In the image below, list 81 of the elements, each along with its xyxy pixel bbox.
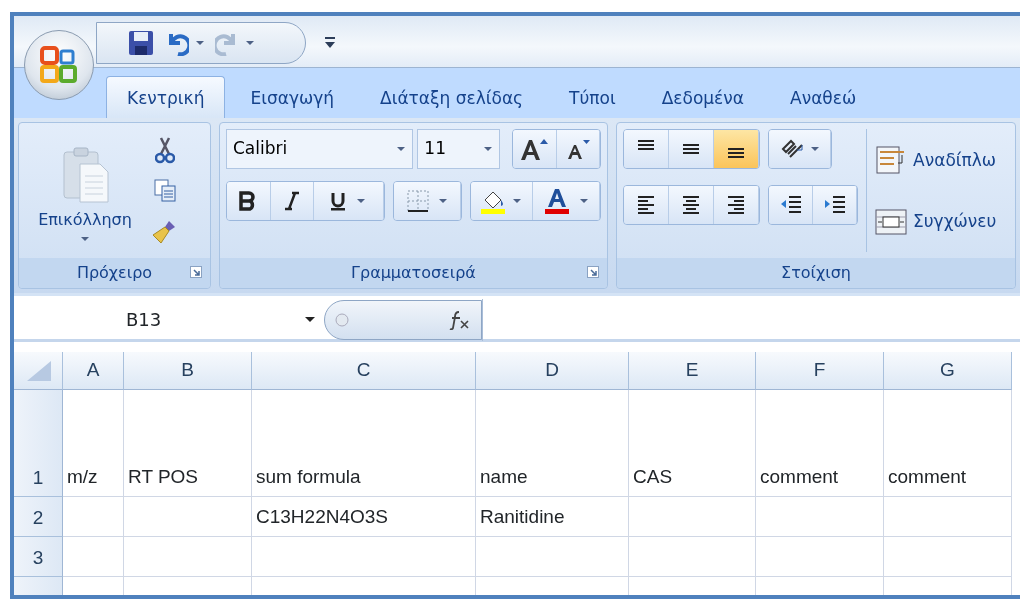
ribbon-tab[interactable]: Κεντρική bbox=[106, 76, 226, 118]
caret-icon bbox=[245, 40, 255, 46]
column-header[interactable]: G bbox=[884, 352, 1012, 390]
column-header[interactable]: B bbox=[124, 352, 252, 390]
font-color-a-icon[interactable] bbox=[542, 187, 571, 215]
column-header[interactable]: D bbox=[476, 352, 629, 390]
group-label: Γραμματοσειρά bbox=[351, 262, 476, 284]
ribbon-tab[interactable]: Τύποι bbox=[548, 76, 637, 118]
border-grid-icon[interactable] bbox=[405, 189, 430, 213]
align-lines-icon[interactable] bbox=[681, 194, 701, 216]
table-cell: m/z bbox=[63, 390, 124, 497]
italic-i-icon[interactable] bbox=[283, 191, 300, 211]
column-header[interactable]: F bbox=[756, 352, 884, 390]
group-label: Στοίχιση bbox=[781, 262, 851, 284]
row-header[interactable]: 2 bbox=[14, 497, 63, 537]
ribbon-tab[interactable]: Δεδομένα bbox=[640, 76, 765, 118]
office-logo-icon bbox=[39, 45, 79, 85]
underline-u-icon[interactable] bbox=[330, 191, 347, 211]
caret-icon bbox=[437, 198, 448, 204]
customize-menu-icon[interactable] bbox=[324, 36, 336, 50]
merge-center-button[interactable]: Συγχώνευ bbox=[875, 207, 997, 236]
shrink-font-button[interactable] bbox=[556, 130, 600, 168]
align-center-button[interactable] bbox=[669, 186, 714, 224]
function-fx-icon[interactable] bbox=[449, 309, 471, 330]
caret-icon bbox=[195, 40, 205, 46]
caret-icon bbox=[396, 146, 407, 152]
wrap-text-button[interactable]: Αναδίπλω bbox=[875, 145, 997, 176]
grow-font-button[interactable] bbox=[513, 130, 557, 168]
clipboard-icon[interactable] bbox=[60, 145, 110, 204]
bold-b-icon[interactable] bbox=[239, 191, 258, 211]
table-cell: comment bbox=[884, 390, 1012, 497]
group-label: Πρόχειρο bbox=[76, 262, 153, 284]
column-header[interactable]: E bbox=[629, 352, 756, 390]
caret-icon bbox=[512, 198, 523, 204]
caret-icon bbox=[809, 146, 820, 152]
table-cell: Ranitidine bbox=[476, 497, 629, 537]
bold-button[interactable] bbox=[227, 182, 271, 220]
align-lines-icon[interactable] bbox=[726, 194, 746, 216]
table-cell: CAS bbox=[629, 390, 756, 497]
dialog-launcher-icon[interactable] bbox=[587, 266, 599, 278]
dialog-launcher-icon[interactable] bbox=[190, 266, 202, 278]
align-lines-icon[interactable] bbox=[636, 194, 656, 216]
copy-button[interactable] bbox=[151, 178, 179, 203]
caret-icon bbox=[578, 198, 589, 204]
middle-align-button[interactable] bbox=[669, 130, 714, 168]
name-box[interactable]: B13 bbox=[14, 306, 324, 333]
save-button[interactable] bbox=[127, 29, 155, 57]
column-header[interactable]: A bbox=[63, 352, 124, 390]
bottom-align-button[interactable] bbox=[714, 130, 759, 168]
align-left-button[interactable] bbox=[624, 186, 669, 224]
table-cell bbox=[63, 497, 124, 537]
font-name-dropdown[interactable]: Calibri bbox=[226, 129, 414, 169]
table-cell bbox=[63, 537, 124, 577]
font-color-button[interactable] bbox=[532, 182, 600, 220]
row-header[interactable]: 1 bbox=[14, 390, 63, 497]
ribbon-tab[interactable]: Διάταξη σελίδας bbox=[359, 76, 545, 118]
row-header[interactable]: 3 bbox=[14, 537, 63, 577]
decrease-indent-button[interactable] bbox=[769, 186, 813, 224]
top-align-button[interactable] bbox=[624, 130, 669, 168]
table-cell: RT POS bbox=[124, 390, 252, 497]
fill-color-button[interactable] bbox=[471, 182, 533, 220]
align-right-button[interactable] bbox=[714, 186, 759, 224]
orientation-button[interactable] bbox=[769, 130, 831, 168]
font-size-dropdown[interactable]: 11 bbox=[417, 129, 501, 169]
merge-cells-icon[interactable] bbox=[875, 207, 907, 236]
round-handle-icon bbox=[335, 312, 349, 327]
column-header[interactable]: C bbox=[252, 352, 476, 390]
caret-icon bbox=[483, 146, 494, 152]
ribbon-tab[interactable]: Αναθεώ bbox=[769, 76, 878, 118]
increase-indent-button[interactable] bbox=[813, 186, 857, 224]
table-cell: sum formula bbox=[252, 390, 476, 497]
underline-button[interactable] bbox=[314, 182, 384, 220]
caret-icon bbox=[80, 235, 90, 242]
table-cell: name bbox=[476, 390, 629, 497]
table-cell: comment bbox=[756, 390, 884, 497]
paste-button[interactable]: Επικόλληση bbox=[25, 129, 145, 252]
table-cell: C13H22N4O3S bbox=[252, 497, 476, 537]
italic-button[interactable] bbox=[270, 182, 315, 220]
ribbon-tab[interactable]: Εισαγωγή bbox=[229, 76, 355, 118]
caret-icon bbox=[304, 316, 316, 323]
caret-icon bbox=[356, 198, 367, 204]
